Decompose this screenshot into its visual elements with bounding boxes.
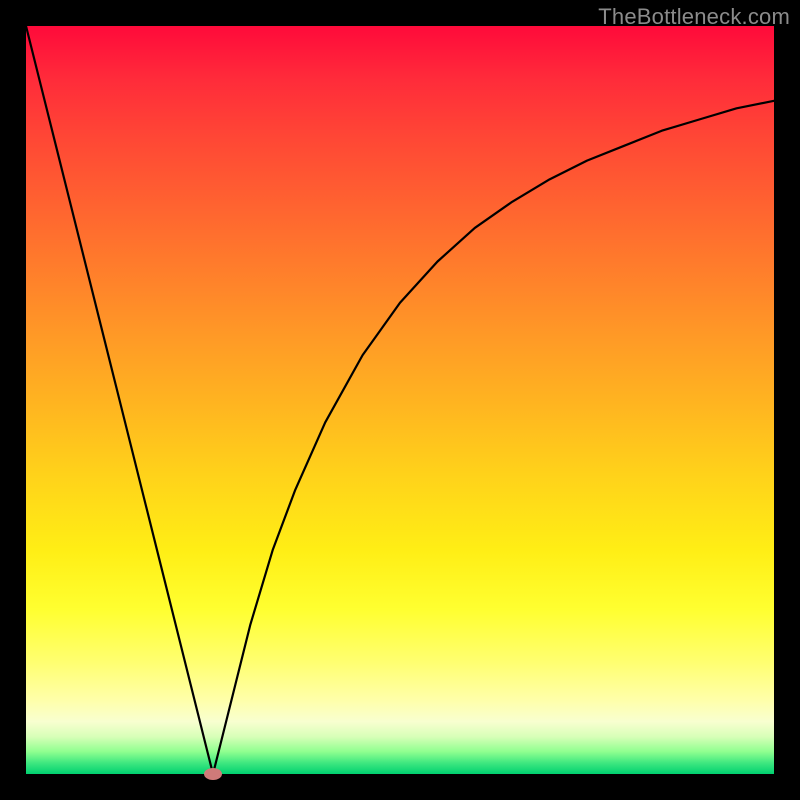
chart-frame: TheBottleneck.com [0,0,800,800]
bottleneck-curve [26,26,774,774]
watermark-text: TheBottleneck.com [598,4,790,30]
optimal-point-marker [204,768,222,780]
chart-plot-area [26,26,774,774]
